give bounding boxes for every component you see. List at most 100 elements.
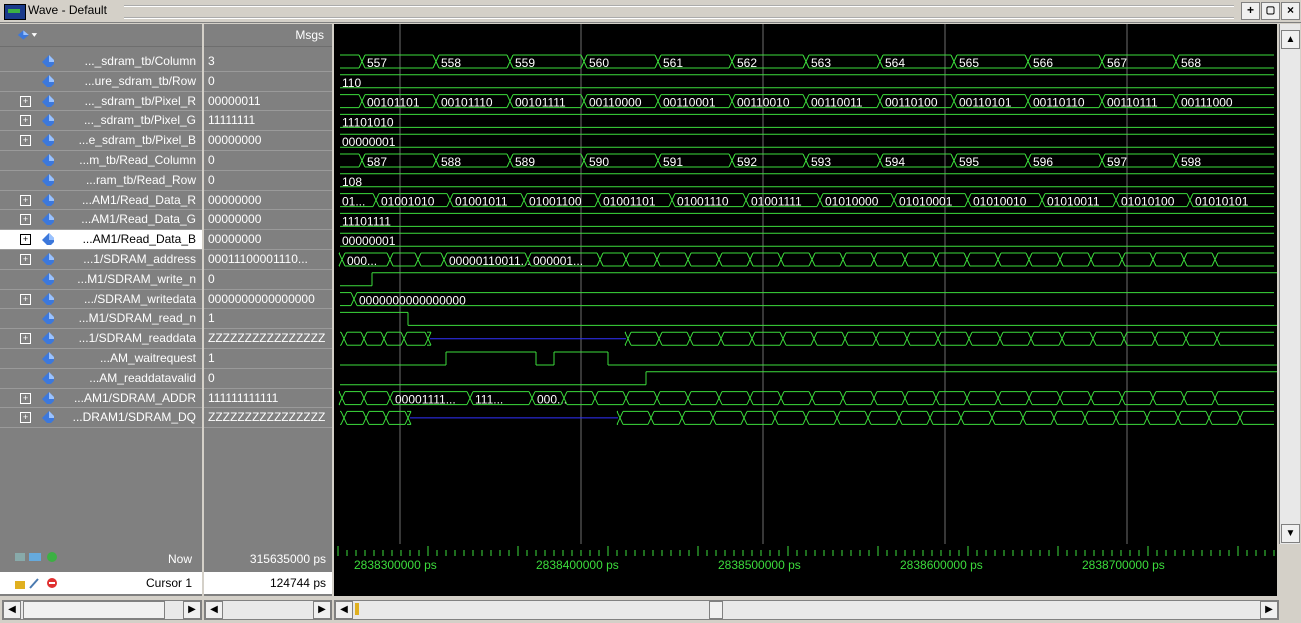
- value-row: 00000000: [204, 230, 332, 249]
- window-titlebar: Wave - Default + ▢ ×: [0, 0, 1301, 23]
- expand-icon[interactable]: +: [20, 194, 31, 206]
- bus-value-label: 00110100: [885, 96, 938, 110]
- bus-value-label: 563: [811, 56, 831, 70]
- scroll-left-icon[interactable]: ◀: [205, 601, 223, 619]
- signal-row[interactable]: ...m_tb/Read_Column: [0, 151, 202, 170]
- expand-icon[interactable]: +: [20, 412, 31, 424]
- signal-row[interactable]: ...AM_waitrequest: [0, 349, 202, 368]
- bus-value-label: 00111000: [1181, 96, 1233, 110]
- now-value: 315635000 ps: [249, 552, 326, 566]
- signal-row[interactable]: + ...e_sdram_tb/Pixel_B: [0, 131, 202, 150]
- expand-icon[interactable]: +: [20, 115, 31, 127]
- signal-name: ...AM1/Read_Data_R: [81, 192, 196, 207]
- now-tools-icon[interactable]: [14, 550, 64, 564]
- bus-value-label: 108: [342, 175, 362, 189]
- cursor-tools-icon[interactable]: [14, 576, 64, 590]
- signal-row[interactable]: + ...DRAM1/SDRAM_DQ: [0, 408, 202, 427]
- bus-value-label: 11101111: [342, 214, 391, 228]
- signal-hscrollbar[interactable]: ◀ ▶: [2, 600, 202, 620]
- bus-value-label: 01010100: [1121, 195, 1175, 209]
- cursor-marker: [355, 603, 359, 615]
- signal-row[interactable]: + ..._sdram_tb/Pixel_G: [0, 111, 202, 130]
- signal-diamond-icon: [42, 332, 54, 345]
- value-row: 00000000: [204, 210, 332, 229]
- signal-row[interactable]: + ...1/SDRAM_readdata: [0, 329, 202, 348]
- close-button[interactable]: ×: [1281, 2, 1300, 20]
- bus-value-label: 561: [663, 56, 683, 70]
- signal-row[interactable]: + ...AM1/Read_Data_B: [0, 230, 202, 250]
- bus-value-label: 559: [515, 56, 535, 70]
- scroll-right-icon[interactable]: ▶: [1260, 601, 1278, 619]
- cursor-value: 124744 ps: [269, 576, 326, 590]
- value-hscrollbar[interactable]: ◀ ▶: [204, 600, 332, 620]
- signal-name: ...e_sdram_tb/Pixel_B: [78, 133, 196, 148]
- signal-row[interactable]: ...M1/SDRAM_write_n: [0, 270, 202, 289]
- signal-row[interactable]: ...ure_sdram_tb/Row: [0, 72, 202, 91]
- dock-button[interactable]: +: [1241, 2, 1260, 20]
- signal-diamond-icon: [42, 292, 54, 305]
- wave-tools-icon[interactable]: [16, 28, 38, 42]
- signal-row[interactable]: + ...1/SDRAM_address: [0, 250, 202, 269]
- scroll-left-icon[interactable]: ◀: [335, 601, 353, 619]
- expand-icon[interactable]: +: [20, 95, 31, 107]
- signal-value: 111111111111: [208, 390, 279, 405]
- signal-hscroll-thumb[interactable]: [23, 601, 165, 619]
- undock-button[interactable]: ▢: [1261, 2, 1280, 20]
- expand-icon[interactable]: +: [20, 234, 31, 246]
- signal-name: ...ram_tb/Read_Row: [85, 172, 196, 187]
- signal-row[interactable]: + .../SDRAM_writedata: [0, 290, 202, 309]
- waveform-canvas[interactable]: 557 558 559 560 561 562 563 564 565 566 567 568 110 0…: [334, 24, 1277, 544]
- signal-row[interactable]: ...ram_tb/Read_Row: [0, 171, 202, 190]
- msgs-label: Msgs: [295, 28, 324, 42]
- bus-value-label: 00110001: [663, 96, 716, 110]
- signal-value: 00011100001110...: [208, 252, 308, 266]
- titlebar-grip[interactable]: [124, 5, 1234, 19]
- timeline-pane[interactable]: 2838300000 ps 2838400000 ps 2838500000 p…: [334, 544, 1277, 596]
- scroll-right-icon[interactable]: ▶: [183, 601, 201, 619]
- signal-row[interactable]: ..._sdram_tb/Column: [0, 52, 202, 71]
- scroll-down-icon[interactable]: ▼: [1281, 524, 1300, 543]
- wave-hscrollbar[interactable]: ◀ ▶: [334, 600, 1279, 620]
- expand-icon[interactable]: +: [20, 293, 31, 305]
- vertical-scrollbar[interactable]: ▲ ▼: [1279, 24, 1300, 544]
- scroll-right-icon[interactable]: ▶: [313, 601, 331, 619]
- signal-value: ZZZZZZZZZZZZZZZZ: [208, 410, 326, 425]
- bus-value-label: 564: [885, 56, 905, 70]
- bus-value-label: 01001100: [529, 195, 582, 209]
- signal-diamond-icon: [42, 253, 54, 265]
- scroll-up-icon[interactable]: ▲: [1281, 30, 1300, 49]
- signal-value: 0: [208, 153, 215, 167]
- signal-row[interactable]: ...M1/SDRAM_read_n: [0, 309, 202, 328]
- cursor-value-pane: 315635000 ps 124744 ps: [204, 544, 332, 596]
- bus-value-label: 000...: [347, 254, 377, 268]
- signal-name: ...AM1/Read_Data_B: [82, 232, 196, 247]
- scroll-left-icon[interactable]: ◀: [3, 601, 21, 619]
- bus-value-label: 00000110011...: [449, 254, 531, 268]
- waveform-pane[interactable]: 557 558 559 560 561 562 563 564 565 566 567 568 110 0…: [334, 24, 1277, 544]
- bus-value-label: 01001110: [677, 195, 729, 209]
- signal-row[interactable]: ...AM_readdatavalid: [0, 369, 202, 388]
- signal-row[interactable]: + ...AM1/Read_Data_R: [0, 191, 202, 210]
- signal-row[interactable]: + ...AM1/Read_Data_G: [0, 210, 202, 229]
- wave-hscroll-thumb[interactable]: [709, 601, 723, 619]
- expand-icon[interactable]: +: [20, 254, 31, 265]
- bus-value-label: 598: [1181, 155, 1201, 169]
- signal-row[interactable]: + ..._sdram_tb/Pixel_R: [0, 92, 202, 111]
- expand-icon[interactable]: +: [20, 214, 31, 226]
- signal-name: ...m_tb/Read_Column: [79, 153, 196, 167]
- value-row: 1: [204, 309, 332, 328]
- signal-name: ..._sdram_tb/Pixel_R: [84, 93, 196, 108]
- signal-row[interactable]: + ...AM1/SDRAM_ADDR: [0, 389, 202, 408]
- bus-value-label: 000001...: [533, 254, 583, 268]
- expand-icon[interactable]: +: [20, 392, 31, 404]
- bus-value-label: 587: [367, 155, 387, 169]
- cursor-row[interactable]: Cursor 1: [0, 572, 202, 594]
- signal-value: 11111111: [208, 113, 256, 128]
- bus-value-label: 594: [885, 155, 905, 169]
- bus-value-label: 01010101: [1195, 195, 1249, 209]
- bus-value-label: 01010000: [825, 195, 879, 209]
- time-tick-1: 2838300000 ps: [354, 558, 437, 572]
- expand-icon[interactable]: +: [20, 135, 31, 147]
- expand-icon[interactable]: +: [20, 333, 31, 345]
- bus-value-label: 595: [959, 155, 979, 169]
